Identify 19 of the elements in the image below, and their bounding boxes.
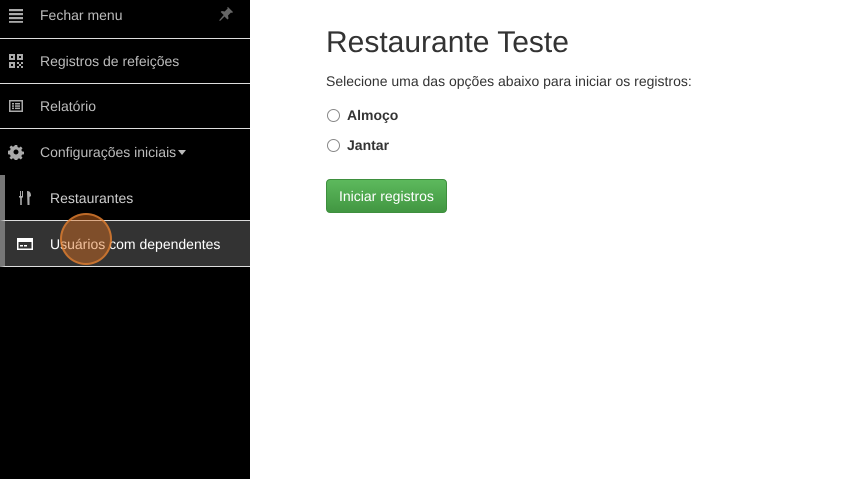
option-label: Jantar bbox=[347, 137, 390, 153]
menu-icon bbox=[8, 7, 24, 23]
radio-option[interactable]: Jantar bbox=[326, 130, 692, 160]
radio-button[interactable] bbox=[327, 108, 340, 122]
settings-icon bbox=[8, 144, 24, 160]
sidebar-item[interactable]: Registros de refeições bbox=[0, 39, 250, 84]
qr-code-icon bbox=[8, 53, 24, 69]
sidebar-item[interactable]: Fechar menu bbox=[0, 0, 250, 39]
fork-knife-icon bbox=[17, 190, 33, 206]
list-icon bbox=[8, 98, 24, 114]
radio-button[interactable] bbox=[327, 138, 340, 152]
radio-option[interactable]: Almoço bbox=[326, 100, 692, 130]
pin-icon[interactable] bbox=[218, 6, 234, 22]
sidebar-item[interactable]: Relatório bbox=[0, 84, 250, 129]
sidebar-item[interactable]: Configurações iniciais bbox=[0, 129, 250, 175]
card-icon bbox=[17, 236, 33, 252]
option-label: Almoço bbox=[347, 107, 398, 123]
page-title: Restaurante Teste bbox=[326, 26, 570, 60]
instruction-text: Selecione uma das opções abaixo para iniciar os registros: bbox=[326, 73, 692, 89]
